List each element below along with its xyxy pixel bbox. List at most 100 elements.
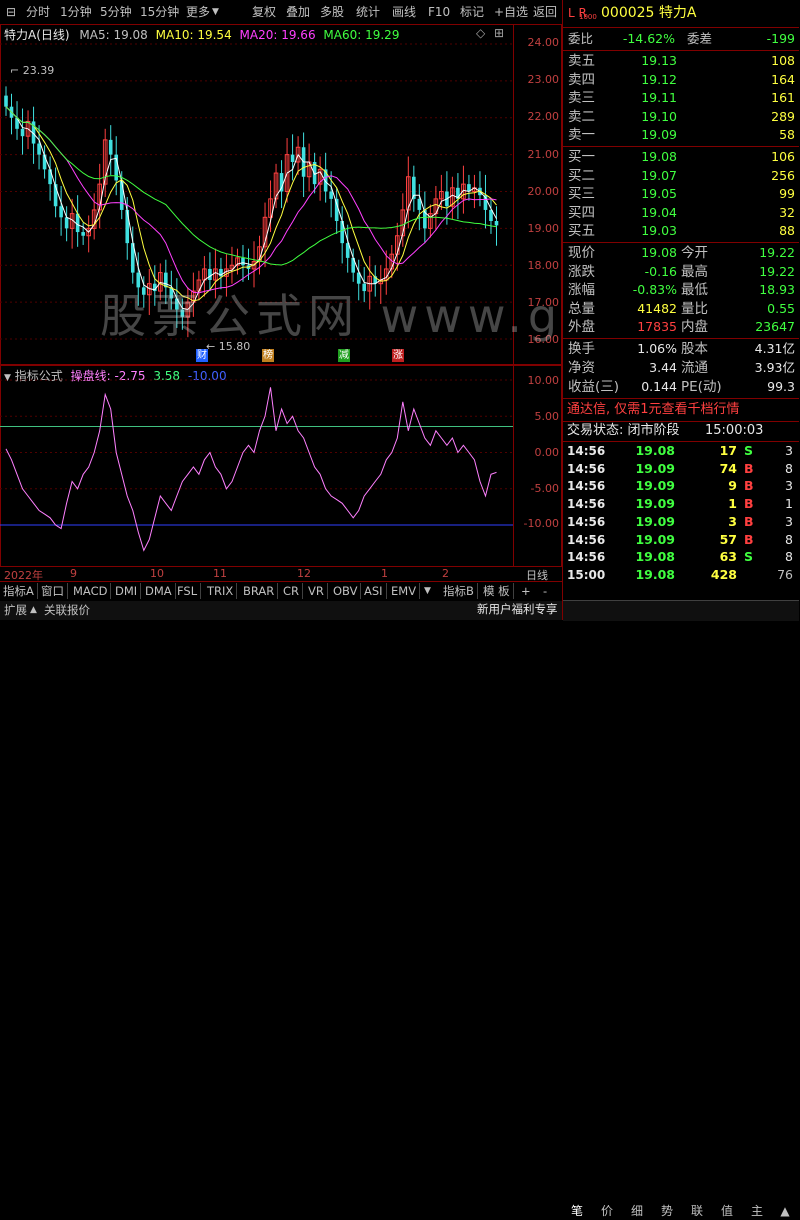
toolbar-f10[interactable]: F10 [428, 3, 450, 21]
tab-cr[interactable]: CR [280, 583, 304, 599]
date-label: 9 [70, 567, 77, 580]
sell-level-row[interactable]: 卖五 19.13 108 [563, 52, 799, 70]
buy-level-volume: 88 [779, 223, 795, 239]
tab-link[interactable]: 联 [683, 1202, 711, 1220]
buy-level-row[interactable]: 买五 19.03 88 [563, 222, 799, 240]
toolbar-fenshi[interactable]: 分时 [26, 3, 50, 21]
ind-y-tick: 0.00 [534, 446, 560, 459]
date-label: 2022年 [4, 569, 43, 582]
tab-asi[interactable]: ASI [361, 583, 387, 599]
menu-arrow-icon[interactable]: ⊟ [4, 3, 18, 21]
toolbar-1min[interactable]: 1分钟 [60, 3, 92, 21]
stat-value: 0.55 [767, 300, 795, 316]
toolbar-diejia[interactable]: 叠加 [286, 3, 310, 21]
fund-value: 4.31亿 [754, 341, 795, 356]
tab-trades[interactable]: 笔 [563, 1202, 591, 1220]
candle-body [37, 143, 41, 155]
stat-value: -0.83% [632, 282, 677, 298]
toolbar-more[interactable]: 更多 [186, 3, 210, 21]
event-marker-jian[interactable]: 减 [338, 349, 350, 362]
candle-body [59, 206, 63, 218]
high-price-mark: ⌐ 23.39 [10, 64, 55, 77]
tab-indicator-b[interactable]: 指标B [440, 583, 478, 599]
promo-row[interactable]: 通达信, 仅需1元查看千档行情 [563, 401, 799, 419]
tab-dmi[interactable]: DMI [112, 583, 142, 599]
tab-fsl[interactable]: FSL [174, 583, 202, 599]
sell-level-row[interactable]: 卖四 19.12 164 [563, 71, 799, 89]
tab-trend[interactable]: 势 [653, 1202, 681, 1220]
tab-dma[interactable]: DMA [142, 583, 176, 599]
tab-trix[interactable]: TRIX [204, 583, 238, 599]
period-label[interactable]: 日线 [526, 567, 548, 583]
event-marker-cai[interactable]: 财 [196, 349, 208, 362]
tab-main[interactable]: 主 [743, 1202, 771, 1220]
date-label: 1 [381, 567, 388, 580]
tick-side: B [744, 531, 754, 547]
tick-volume: 57 [719, 531, 737, 547]
tab-indicator-a[interactable]: 指标A [0, 583, 38, 599]
tick-time: 14:56 [567, 497, 606, 512]
quote-fundamental-row: 收益(三) 0.144 PE(动) 99.3 [563, 378, 799, 396]
tab-obv[interactable]: OBV [330, 583, 362, 599]
event-marker-zhang[interactable]: 涨 [392, 349, 404, 362]
toolbar-fanhui[interactable]: 返回 [533, 3, 557, 21]
related-quote-button[interactable]: 关联报价 [44, 602, 90, 618]
tab-price[interactable]: 价 [593, 1202, 621, 1220]
promo-text[interactable]: 通达信, 仅需1元查看千档行情 [567, 401, 740, 419]
tick-price: 19.09 [635, 460, 675, 476]
new-user-promo[interactable]: 新用户福利专享 [477, 600, 558, 618]
sell-level-row[interactable]: 卖二 19.10 289 [563, 108, 799, 126]
toolbar-tongji[interactable]: 统计 [356, 3, 380, 21]
tab-emv[interactable]: EMV [388, 583, 421, 599]
buy-level-volume: 99 [779, 186, 795, 202]
tick-row: 14:56 19.09 57 B 8 [563, 531, 799, 549]
toolbar-huaxian[interactable]: 画线 [392, 3, 416, 21]
event-marker-bang[interactable]: 榜 [262, 349, 274, 362]
toolbar-biaoji[interactable]: 标记 [460, 3, 484, 21]
date-label: 10 [150, 567, 164, 580]
buy-level-row[interactable]: 买一 19.08 106 [563, 148, 799, 166]
tick-time: 14:56 [567, 444, 606, 458]
tab-remove-button[interactable]: - [540, 583, 550, 599]
sell-level-row[interactable]: 卖三 19.11 161 [563, 89, 799, 107]
tick-count: 76 [777, 566, 793, 582]
y-tick: 22.00 [527, 110, 560, 123]
tab-template[interactable]: 模 板 [480, 583, 514, 599]
toolbar-zixuan[interactable]: +自选 [494, 3, 528, 21]
tab-window[interactable]: 窗口 [38, 583, 68, 599]
new-user-row[interactable]: 新用户福利专享 [477, 583, 799, 616]
buy-level-row[interactable]: 买四 19.04 32 [563, 204, 799, 222]
toolbar-duogu[interactable]: 多股 [320, 3, 344, 21]
candle-body [64, 217, 69, 229]
tab-brar[interactable]: BRAR [240, 583, 279, 599]
buy-level-row[interactable]: 买三 19.05 99 [563, 185, 799, 203]
candle-body [81, 232, 85, 236]
fund-value: 3.93亿 [754, 360, 795, 375]
tab-value[interactable]: 值 [713, 1202, 741, 1220]
tab-detail[interactable]: 细 [623, 1202, 651, 1220]
toolbar-15min[interactable]: 15分钟 [140, 3, 179, 21]
tab-vr[interactable]: VR [305, 583, 328, 599]
sell-level-price: 19.09 [641, 127, 677, 143]
toolbar-5min[interactable]: 5分钟 [100, 3, 132, 21]
expand-button[interactable]: 扩展 [4, 602, 27, 618]
tick-volume: 1 [728, 496, 737, 512]
indicator-line [5, 387, 497, 552]
sell-level-row[interactable]: 卖一 19.09 58 [563, 126, 799, 144]
tabs-scroll-icon[interactable]: ▼ [421, 583, 434, 599]
ind-y-tick: 5.00 [534, 410, 560, 423]
tab-macd[interactable]: MACD [70, 583, 112, 599]
toolbar-fuquan[interactable]: 复权 [252, 3, 276, 21]
date-label: 2 [442, 567, 449, 580]
panel-more-icon[interactable]: ▲ [771, 1202, 799, 1220]
trade-status-time: 15:00:03 [705, 423, 764, 438]
stat-label: 现价 [568, 245, 595, 261]
tick-side: B [744, 513, 754, 529]
buy-level-label: 买三 [568, 186, 595, 203]
buy-level-row[interactable]: 买二 19.07 256 [563, 167, 799, 185]
quote-stat-row: 外盘 17835 内盘 23647 [563, 318, 799, 336]
more-dropdown-icon[interactable]: ▼ [212, 3, 219, 21]
expand-arrow-icon[interactable]: ▲ [30, 602, 37, 618]
tab-add-button[interactable]: + [518, 583, 534, 599]
fund-label: 流通 [681, 360, 708, 376]
